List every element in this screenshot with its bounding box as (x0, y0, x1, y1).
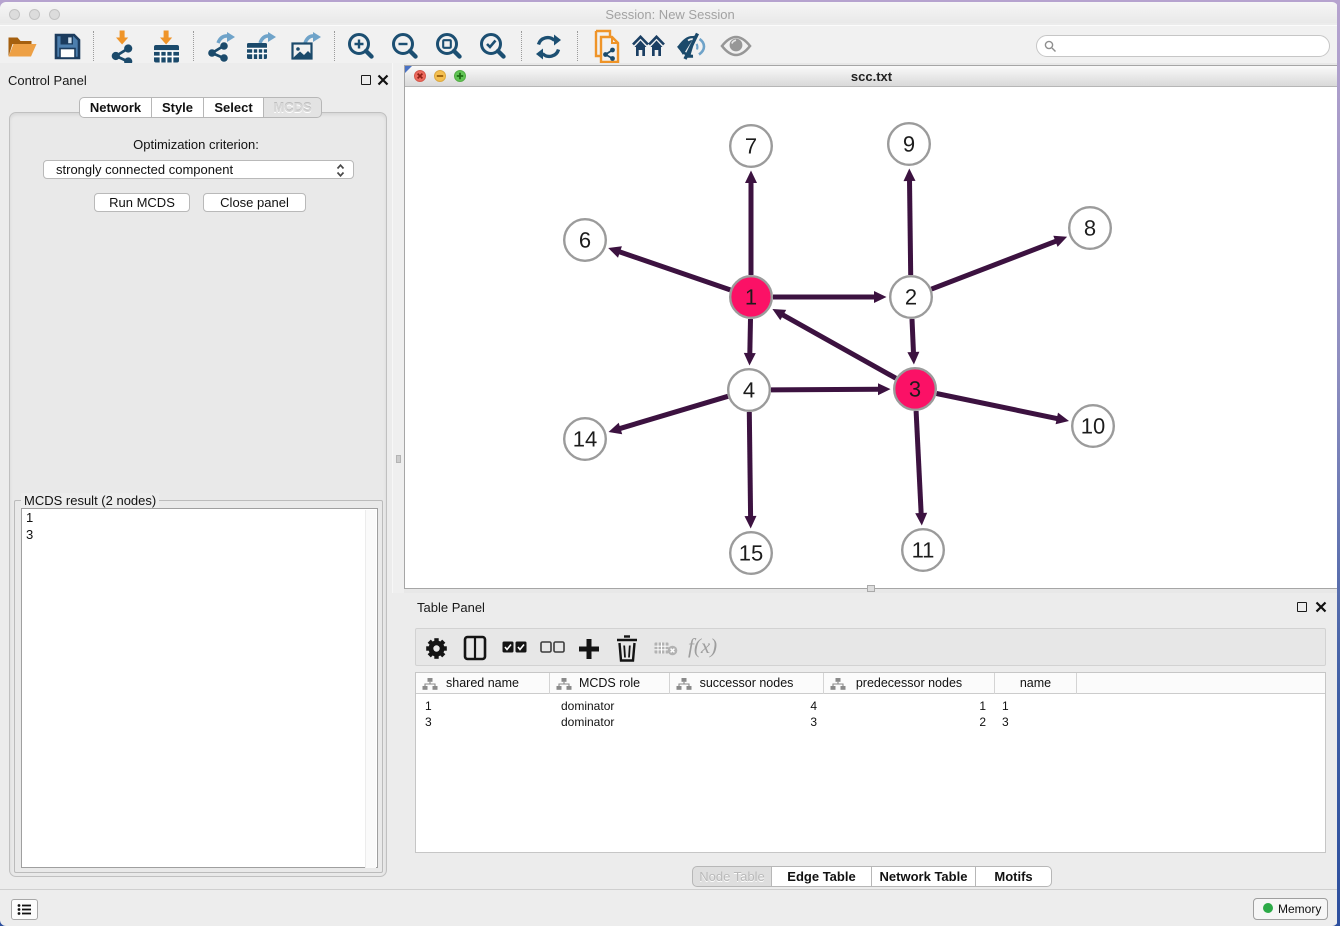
svg-text:11: 11 (912, 538, 935, 563)
svg-text:6: 6 (579, 228, 591, 253)
svg-text:9: 9 (903, 132, 915, 157)
svg-text:1: 1 (745, 285, 757, 310)
svg-text:14: 14 (573, 427, 597, 452)
svg-text:4: 4 (743, 378, 755, 403)
svg-text:8: 8 (1084, 216, 1096, 241)
svg-text:15: 15 (739, 541, 763, 566)
svg-text:3: 3 (909, 377, 921, 402)
svg-text:7: 7 (745, 134, 757, 159)
svg-text:10: 10 (1081, 414, 1105, 439)
svg-text:2: 2 (905, 285, 917, 310)
